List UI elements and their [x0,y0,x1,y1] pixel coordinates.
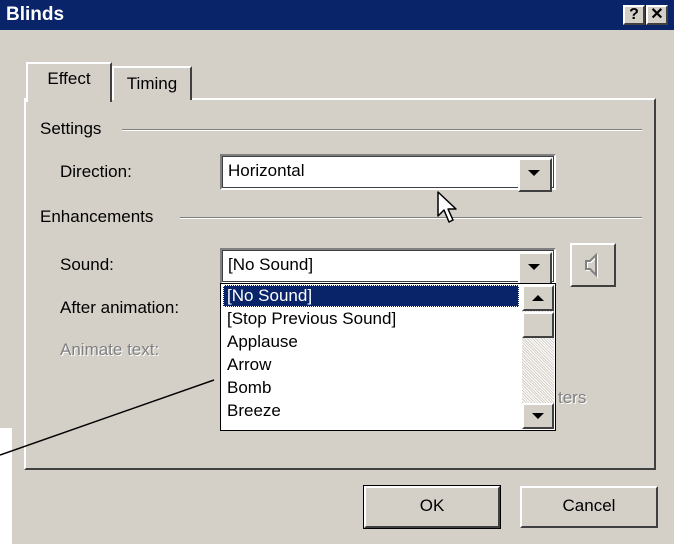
after-animation-label: After animation: [60,298,180,317]
sound-value: [No Sound] [228,255,314,274]
enhancements-group-label: Enhancements [40,207,154,226]
mouse-pointer-icon [437,191,457,223]
window-title: Blinds [6,4,65,25]
speaker-button[interactable] [570,243,616,287]
sound-select[interactable]: [No Sound] [220,248,556,286]
ok-button[interactable]: OK [363,485,501,529]
settings-group-label: Settings [40,119,102,138]
title-bar[interactable]: Blinds ? ✕ [0,0,674,30]
list-item[interactable]: [Stop Previous Sound] [223,308,519,330]
direction-value: Horizontal [228,161,305,180]
partial-text-behind-list: ters [558,388,587,407]
cancel-button[interactable]: Cancel [520,486,658,528]
tab-timing-label: Timing [126,74,178,93]
list-item[interactable]: Bomb [223,377,519,399]
list-item[interactable]: [No Sound] [223,285,519,307]
settings-divider [122,129,642,131]
scroll-thumb[interactable] [522,312,554,338]
speaker-icon [585,252,598,279]
scroll-down-icon [532,413,544,419]
scroll-down-button[interactable] [522,403,554,429]
list-scrollbar[interactable] [522,285,554,429]
direction-label: Direction: [60,162,132,181]
outside-margin [0,428,12,544]
sound-dropdown-button[interactable] [518,252,552,286]
direction-dropdown-button[interactable] [518,158,552,192]
help-button[interactable]: ? [623,5,645,25]
dialog-window: Blinds ? ✕ Effect Timing Settings Direct… [0,0,674,544]
animate-text-label: Animate text: [60,340,160,359]
chevron-down-icon [528,170,540,176]
direction-select[interactable]: Horizontal [220,154,556,192]
list-item[interactable]: Breeze [223,400,519,422]
sound-dropdown-list[interactable]: [No Sound] [Stop Previous Sound] Applaus… [220,283,556,431]
scroll-up-icon [532,295,544,301]
tab-timing[interactable]: Timing [112,66,192,100]
sound-label: Sound: [60,255,114,274]
close-button[interactable]: ✕ [646,5,668,25]
chevron-down-icon [528,264,540,270]
enhancements-divider [180,217,642,219]
scroll-up-button[interactable] [522,285,554,311]
list-item[interactable]: Applause [223,331,519,353]
tab-effect[interactable]: Effect [26,62,112,102]
list-item[interactable]: Arrow [223,354,519,376]
tab-effect-label: Effect [47,69,91,88]
